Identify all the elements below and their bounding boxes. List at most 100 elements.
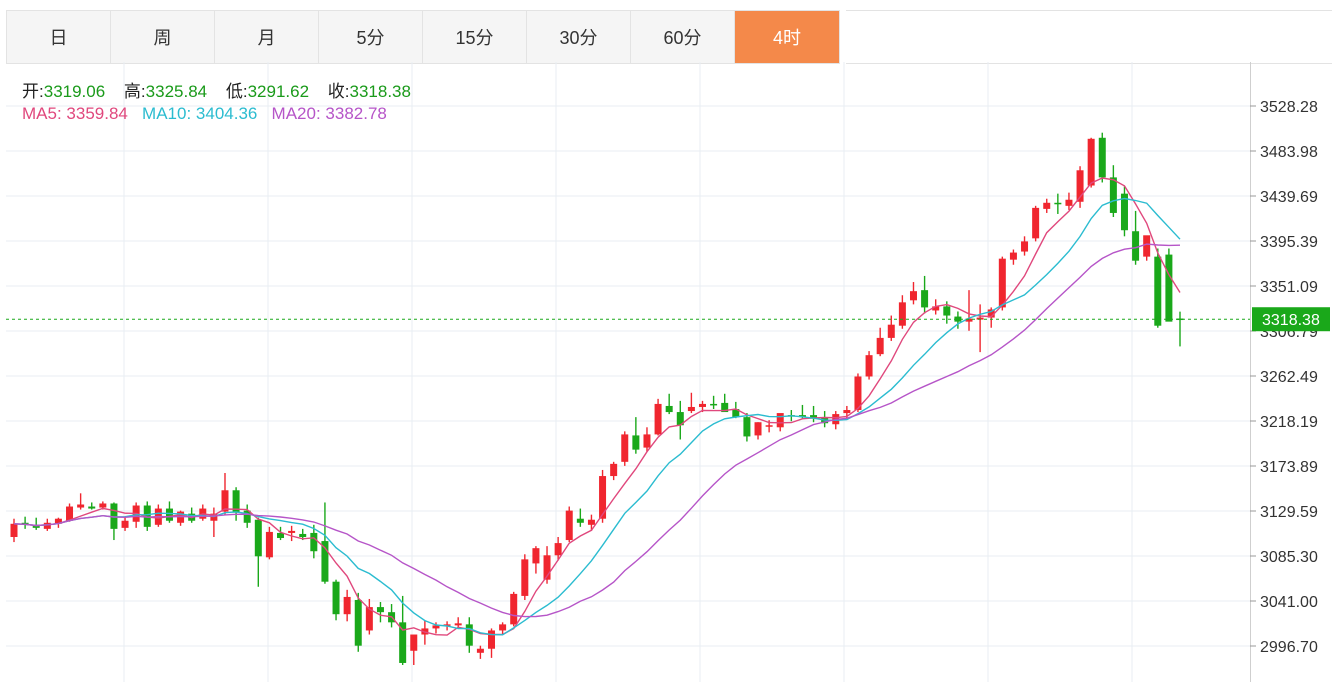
candle-body: [121, 520, 129, 528]
candle-body: [610, 463, 618, 477]
ma20-value: 3382.78: [325, 104, 387, 123]
candle-body: [1165, 254, 1173, 322]
high-label: 高:: [123, 82, 146, 101]
tab-4hour[interactable]: 4时: [735, 11, 839, 63]
candle-body: [665, 405, 673, 413]
candle-body: [1109, 177, 1117, 213]
close-label: 收:: [327, 82, 350, 101]
candle-body: [499, 624, 507, 631]
tab-5min[interactable]: 5分: [319, 11, 423, 63]
candle-body: [1132, 231, 1140, 261]
y-tick-label: 3439.69: [1260, 189, 1318, 206]
tab-60min[interactable]: 60分: [631, 11, 735, 63]
y-tick-label: 3085.30: [1260, 549, 1318, 566]
candle-body: [1143, 235, 1151, 257]
candle-body: [476, 648, 484, 653]
y-axis: 3528.283483.983439.693395.393351.093306.…: [6, 62, 1330, 682]
candle-body: [587, 519, 595, 525]
candle-body: [454, 623, 462, 626]
ma5-line: [13, 177, 1181, 636]
candle-body: [1009, 252, 1017, 260]
candle-body: [1065, 199, 1073, 206]
candle-body: [399, 622, 407, 663]
candle-body: [488, 630, 496, 649]
candle-body: [343, 596, 351, 615]
candle-body: [1087, 138, 1095, 186]
candle-body: [909, 291, 917, 301]
tab-month[interactable]: 月: [215, 11, 319, 63]
ma10-value: 3404.36: [195, 104, 258, 123]
y-tick-label: 2996.70: [1260, 639, 1318, 656]
candle-body: [99, 503, 107, 508]
candle-body: [1043, 202, 1051, 209]
low-label: 低:: [225, 82, 248, 101]
last-price-label: 3318.38: [1262, 312, 1320, 329]
ma5-value: 3359.84: [66, 104, 128, 123]
y-tick-label: 3173.89: [1260, 459, 1318, 476]
candle-body: [565, 510, 573, 541]
candle-body: [632, 435, 640, 450]
candle-body: [998, 258, 1006, 308]
candle-body: [254, 519, 262, 557]
candle-body: [765, 425, 773, 427]
candle-body: [754, 422, 762, 436]
candle-body: [310, 532, 318, 552]
candle-body: [1032, 207, 1040, 239]
candle-body: [599, 476, 607, 519]
y-tick-label: 3041.00: [1260, 594, 1318, 611]
candle-body: [376, 607, 384, 613]
tabs-filler: [846, 10, 1332, 64]
candle-body: [521, 559, 529, 596]
candle-body: [532, 548, 540, 564]
y-tick-label: 3483.98: [1260, 144, 1318, 161]
y-tick-label: 3129.59: [1260, 504, 1318, 521]
candle-body: [898, 302, 906, 326]
candle-body: [165, 508, 173, 521]
open-label: 开:: [22, 82, 44, 101]
candle-body: [643, 434, 651, 448]
high-value: 3325.84: [145, 82, 208, 101]
candle-body: [77, 504, 85, 508]
y-tick-label: 3528.28: [1260, 99, 1318, 116]
candle-body: [10, 523, 18, 538]
candle-body: [943, 306, 951, 316]
chart-grid: [6, 62, 1250, 682]
candle-body: [1054, 202, 1062, 205]
y-tick-label: 3395.39: [1260, 234, 1318, 251]
close-value: 3318.38: [349, 82, 411, 101]
candle-body: [576, 518, 584, 523]
y-tick-label: 3351.09: [1260, 279, 1318, 296]
tab-30min[interactable]: 30分: [527, 11, 631, 63]
ma5-label: MA5:: [22, 104, 62, 123]
ma20-label: MA20:: [271, 104, 321, 123]
candle-body: [621, 434, 629, 462]
tab-15min[interactable]: 15分: [423, 11, 527, 63]
ma-readout: MA5: 3359.84 MA10: 3404.36 MA20: 3382.78: [22, 104, 387, 124]
candle-body: [265, 531, 273, 558]
candle-body: [776, 413, 784, 428]
candle-body: [1154, 256, 1162, 326]
candle-body: [843, 410, 851, 414]
candle-body: [887, 324, 895, 338]
candle-body: [865, 355, 873, 377]
candle-body: [743, 417, 751, 437]
candlestick-chart: 3528.283483.983439.693395.393351.093306.…: [6, 62, 1330, 682]
y-tick-label: 3262.49: [1260, 369, 1318, 386]
candle-body: [921, 290, 929, 308]
candle-body: [554, 543, 562, 556]
candle-body: [88, 506, 96, 509]
candle-body: [43, 522, 51, 529]
candle-body: [1098, 137, 1106, 178]
tab-day[interactable]: 日: [7, 11, 111, 63]
tab-week[interactable]: 周: [111, 11, 215, 63]
candle-body: [288, 530, 296, 533]
candle-body: [687, 406, 695, 412]
moving-averages: [13, 177, 1181, 636]
ohlc-readout: 开:3319.06 高:3325.84 低:3291.62 收:3318.38: [22, 77, 425, 102]
open-value: 3319.06: [43, 82, 106, 101]
candle-body: [410, 634, 418, 651]
ma10-label: MA10:: [142, 104, 192, 123]
candles: [10, 132, 1184, 665]
candle-body: [332, 581, 340, 615]
candle-body: [698, 403, 706, 407]
